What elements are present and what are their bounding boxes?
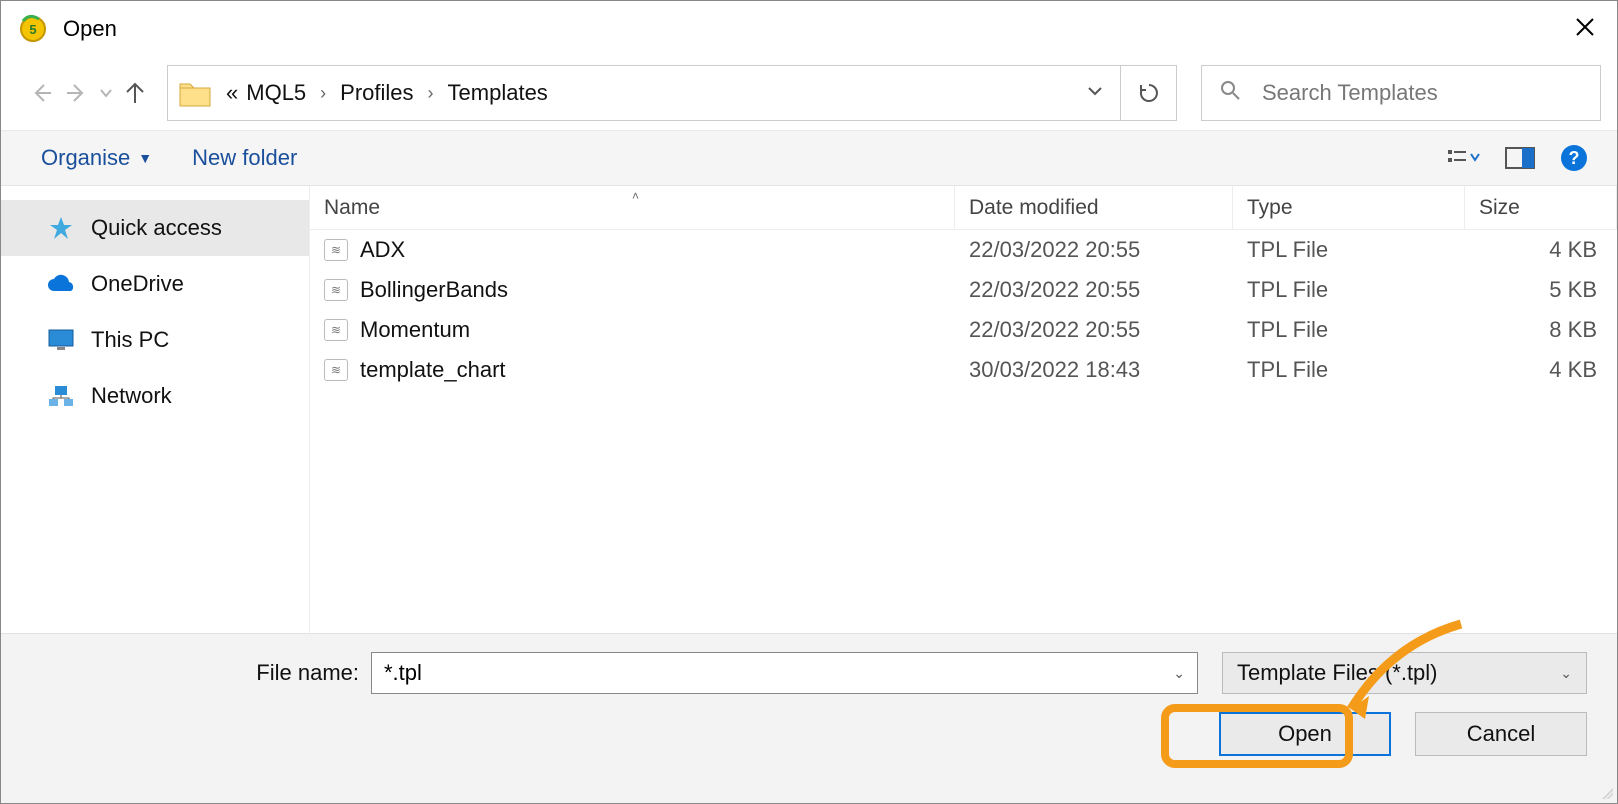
breadcrumb-overflow[interactable]: «: [222, 80, 242, 106]
file-date: 22/03/2022 20:55: [955, 317, 1233, 343]
sidebar-item-onedrive[interactable]: OneDrive: [1, 256, 309, 312]
forward-icon[interactable]: [59, 75, 95, 111]
chevron-down-icon: ▼: [138, 150, 152, 166]
sidebar-item-label: Network: [91, 383, 172, 409]
file-panel: Name ˄ Date modified Type Size ≋ ADX 22/03…: [309, 186, 1617, 633]
file-row[interactable]: ≋ BollingerBands 22/03/2022 20:55TPL File5…: [310, 270, 1617, 310]
bottom-panel: File name: *.tpl ⌄ Template Files (*.tpl…: [1, 633, 1617, 803]
help-icon[interactable]: ?: [1561, 145, 1587, 171]
column-date[interactable]: Date modified: [955, 186, 1233, 229]
column-size[interactable]: Size: [1465, 186, 1617, 229]
column-name[interactable]: Name ˄: [310, 186, 955, 229]
file-date: 22/03/2022 20:55: [955, 237, 1233, 263]
chevron-down-icon: ⌄: [1560, 665, 1572, 682]
refresh-icon[interactable]: [1121, 65, 1177, 121]
file-type: TPL File: [1233, 357, 1465, 383]
open-button[interactable]: Open: [1219, 712, 1391, 756]
star-icon: [45, 214, 77, 242]
tpl-file-icon: ≋: [324, 319, 348, 341]
chevron-right-icon[interactable]: ›: [418, 83, 444, 104]
organise-menu[interactable]: Organise ▼: [41, 145, 152, 171]
sidebar-item-label: Quick access: [91, 215, 222, 241]
sort-asc-icon: ˄: [632, 189, 639, 203]
chevron-right-icon[interactable]: ›: [310, 83, 336, 104]
new-folder-button[interactable]: New folder: [192, 145, 297, 171]
chevron-down-icon[interactable]: ⌄: [1173, 665, 1185, 682]
file-list: ≋ADX22/03/2022 20:55TPL File4 KB≋Bolling…: [310, 230, 1617, 390]
sidebar-item-label: This PC: [91, 327, 169, 353]
file-name: BollingerBands: [360, 277, 508, 303]
sidebar-item-this-pc[interactable]: This PC: [1, 312, 309, 368]
window-title: Open: [63, 16, 117, 42]
column-type[interactable]: Type: [1233, 186, 1465, 229]
file-date: 22/03/2022 20:55: [955, 277, 1233, 303]
file-type: TPL File: [1233, 237, 1465, 263]
sidebar-item-network[interactable]: Network: [1, 368, 309, 424]
close-icon[interactable]: [1565, 9, 1605, 48]
nav-row: « MQL5 › Profiles › Templates Search Tem…: [1, 56, 1617, 131]
cancel-button[interactable]: Cancel: [1415, 712, 1587, 756]
search-input[interactable]: Search Templates: [1201, 65, 1601, 121]
preview-pane-icon[interactable]: [1499, 141, 1541, 175]
view-options-icon[interactable]: [1443, 141, 1485, 175]
address-bar[interactable]: « MQL5 › Profiles › Templates: [167, 65, 1121, 121]
file-size: 4 KB: [1465, 357, 1617, 383]
breadcrumb-item[interactable]: Profiles: [336, 80, 417, 106]
up-icon[interactable]: [117, 75, 153, 111]
filetype-select[interactable]: Template Files (*.tpl) ⌄: [1222, 652, 1587, 694]
search-icon: [1220, 80, 1240, 106]
folder-icon: [178, 78, 212, 108]
column-headers: Name ˄ Date modified Type Size: [310, 186, 1617, 230]
file-name: template_chart: [360, 357, 506, 383]
breadcrumb-item[interactable]: Templates: [444, 80, 552, 106]
sidebar-item-quick-access[interactable]: Quick access: [1, 200, 309, 256]
address-dropdown-icon[interactable]: [1080, 83, 1110, 104]
file-date: 30/03/2022 18:43: [955, 357, 1233, 383]
app-icon: 5: [19, 15, 47, 43]
filename-label: File name:: [31, 660, 371, 686]
filename-value: *.tpl: [384, 660, 422, 686]
sidebar: Quick access OneDrive This PC Network: [1, 186, 309, 633]
back-icon[interactable]: [23, 75, 59, 111]
file-row[interactable]: ≋ template_chart 30/03/2022 18:43TPL File4…: [310, 350, 1617, 390]
file-size: 5 KB: [1465, 277, 1617, 303]
file-row[interactable]: ≋ Momentum 22/03/2022 20:55TPL File8 KB: [310, 310, 1617, 350]
file-row[interactable]: ≋ ADX 22/03/2022 20:55TPL File4 KB: [310, 230, 1617, 270]
titlebar: 5 Open: [1, 1, 1617, 56]
network-icon: [45, 382, 77, 410]
breadcrumb-item[interactable]: MQL5: [242, 80, 310, 106]
svg-text:5: 5: [29, 22, 36, 37]
resize-grip-icon[interactable]: [1599, 785, 1613, 799]
monitor-icon: [45, 326, 77, 354]
file-type: TPL File: [1233, 277, 1465, 303]
file-name: ADX: [360, 237, 405, 263]
filetype-label: Template Files (*.tpl): [1237, 660, 1438, 686]
tpl-file-icon: ≋: [324, 239, 348, 261]
sidebar-item-label: OneDrive: [91, 271, 184, 297]
tpl-file-icon: ≋: [324, 279, 348, 301]
file-size: 4 KB: [1465, 237, 1617, 263]
cloud-icon: [45, 270, 77, 298]
search-placeholder: Search Templates: [1262, 80, 1438, 106]
filename-input[interactable]: *.tpl ⌄: [371, 652, 1198, 694]
file-type: TPL File: [1233, 317, 1465, 343]
file-name: Momentum: [360, 317, 470, 343]
recent-dropdown-icon[interactable]: [95, 75, 117, 111]
file-size: 8 KB: [1465, 317, 1617, 343]
tpl-file-icon: ≋: [324, 359, 348, 381]
toolbar: Organise ▼ New folder ?: [1, 131, 1617, 186]
main: Quick access OneDrive This PC Network Na…: [1, 186, 1617, 633]
